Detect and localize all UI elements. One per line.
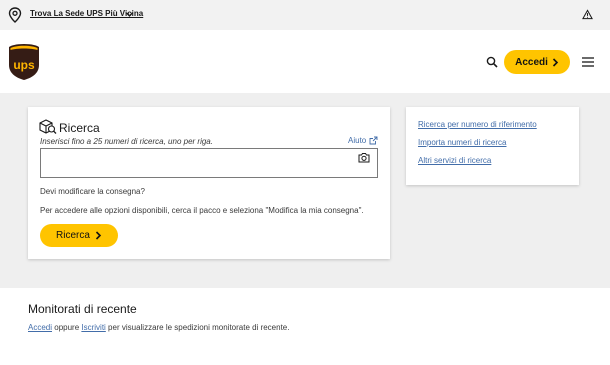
help-link-label: Aiuto — [348, 136, 367, 145]
recent-or-text: oppure — [52, 323, 82, 332]
chevron-right-icon — [95, 231, 102, 240]
login-button-label: Accedi — [515, 56, 548, 68]
external-link-icon — [369, 136, 378, 145]
reference-number-link[interactable]: Ricerca per numero di riferimento — [418, 120, 537, 129]
alert-triangle-icon[interactable] — [582, 9, 593, 20]
tracking-title: Ricerca — [59, 121, 100, 135]
svg-text:ups: ups — [13, 58, 35, 72]
chevron-down-icon[interactable] — [125, 10, 134, 19]
import-numbers-link[interactable]: Importa numeri di ricerca — [418, 138, 506, 147]
site-header: ups Accedi — [0, 30, 610, 93]
location-pin-icon — [8, 7, 22, 23]
camera-icon[interactable] — [358, 152, 370, 163]
tracking-card: Ricerca Inserisci fino a 25 numeri di ri… — [28, 107, 390, 259]
track-package-icon — [39, 119, 57, 134]
recent-tracked-message: Accedi oppure Iscriviti per visualizzare… — [28, 323, 289, 332]
login-button[interactable]: Accedi — [504, 50, 570, 74]
tracking-number-input[interactable] — [40, 148, 378, 178]
track-button[interactable]: Ricerca — [40, 224, 118, 247]
hamburger-menu-icon[interactable] — [582, 57, 594, 67]
tracking-hint: Inserisci fino a 25 numeri di ricerca, u… — [40, 137, 213, 146]
top-utility-bar: Trova La Sede UPS Più Vicina — [0, 0, 610, 30]
recent-register-link[interactable]: Iscriviti — [81, 323, 105, 332]
other-services-link[interactable]: Altri servizi di ricerca — [418, 156, 491, 165]
help-link[interactable]: Aiuto — [348, 136, 378, 145]
track-button-label: Ricerca — [56, 230, 90, 241]
chevron-right-icon — [552, 57, 559, 67]
recent-login-link[interactable]: Accedi — [28, 323, 52, 332]
recent-suffix-text: per visualizzare le spedizioni monitorat… — [105, 323, 290, 332]
search-icon[interactable] — [486, 56, 498, 68]
tracking-section: Ricerca Inserisci fino a 25 numeri di ri… — [0, 93, 610, 288]
modify-delivery-question: Devi modificare la consegna? — [40, 187, 145, 196]
recent-tracked-title: Monitorati di recente — [28, 302, 137, 316]
tracking-links-card: Ricerca per numero di riferimento Import… — [406, 107, 579, 185]
modify-delivery-description: Per accedere alle opzioni disponibili, c… — [40, 206, 364, 215]
ups-logo[interactable]: ups — [8, 43, 40, 81]
